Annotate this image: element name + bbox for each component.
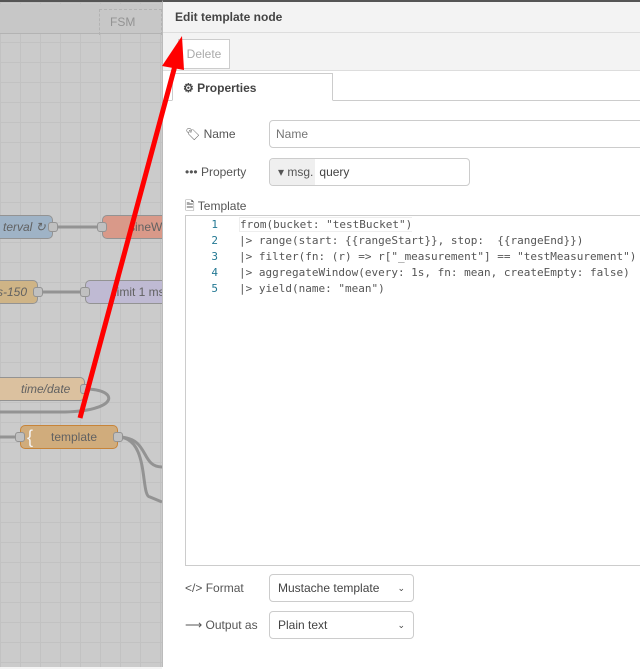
annotation-arrow [77,36,184,419]
arrow-head [162,36,184,70]
arrow-shaft [77,61,179,419]
